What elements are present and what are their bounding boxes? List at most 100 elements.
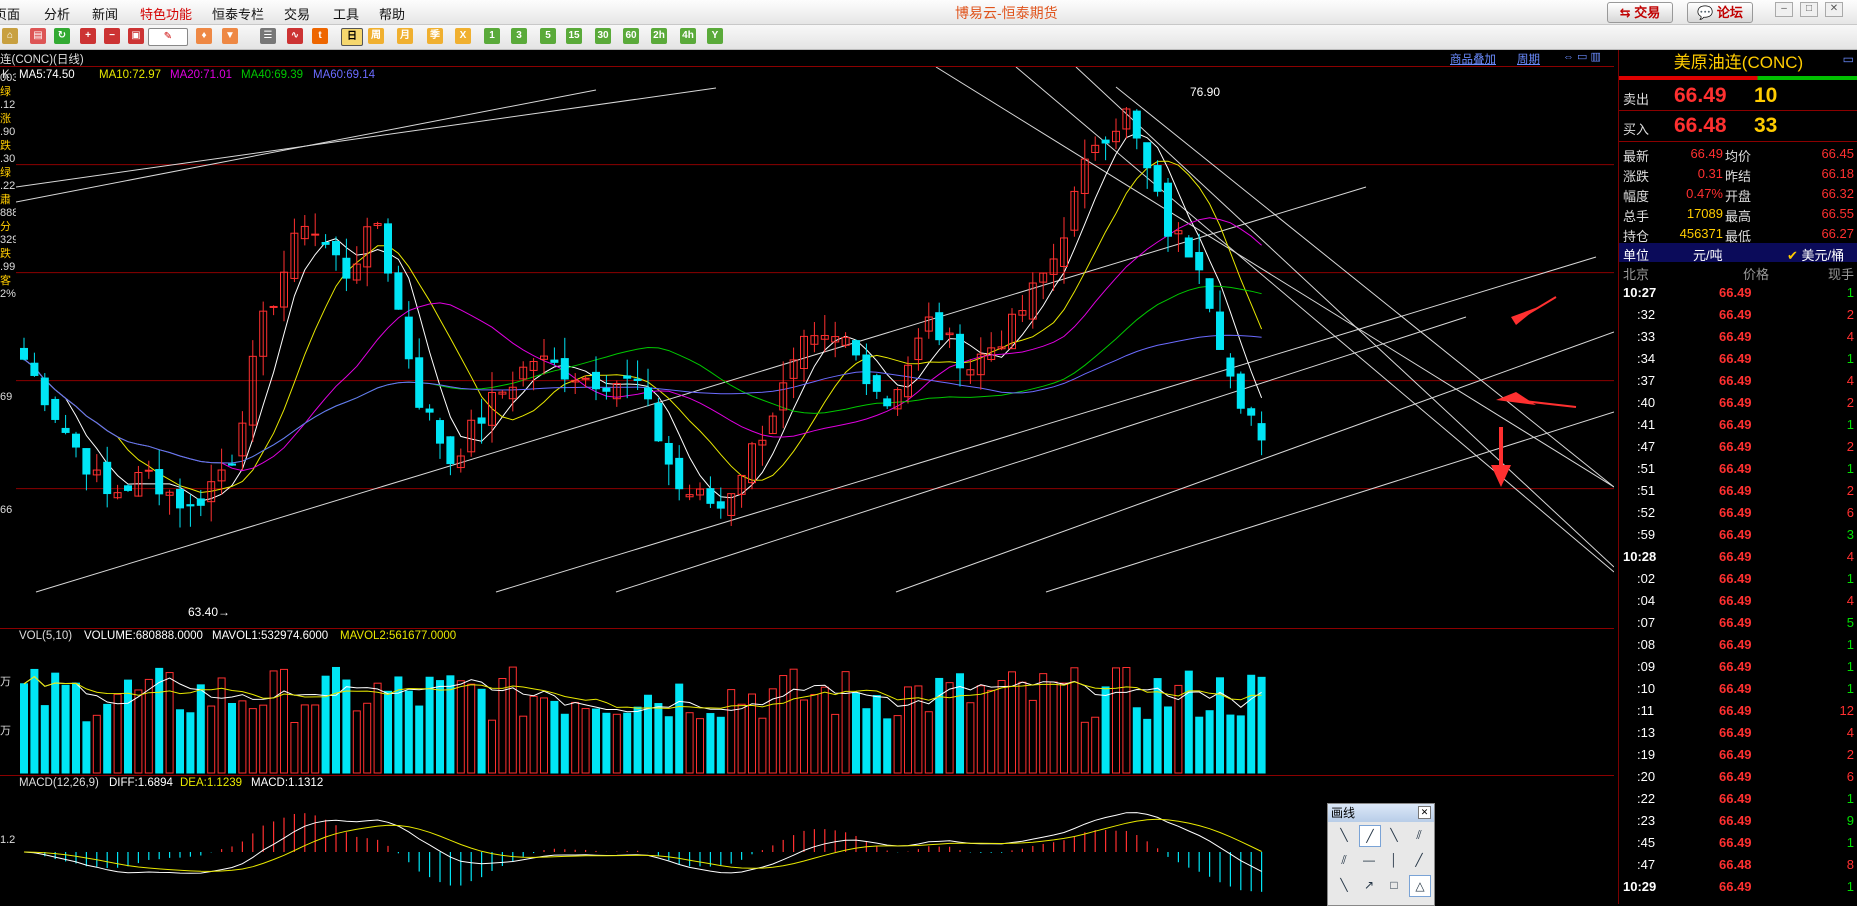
period-3min[interactable]: 3 [511, 28, 527, 44]
expand-icon[interactable]: ▭ [1843, 52, 1854, 66]
triangle-tool-icon[interactable]: △ [1409, 875, 1431, 897]
macd-ylabel: 1.2 [0, 834, 16, 846]
bid-ask-ratio-bar [1619, 76, 1857, 80]
menu-news[interactable]: 新闻 [92, 4, 118, 23]
tick-price: 66.49 [1719, 307, 1752, 322]
day-period-icon[interactable]: 日 [341, 28, 363, 46]
channel-tool-icon[interactable]: ⫽ [1334, 850, 1354, 870]
macd-diff-line [23, 812, 1262, 874]
menu-help[interactable]: 帮助 [379, 4, 405, 23]
close-icon[interactable]: ✕ [1825, 2, 1843, 17]
tick-list[interactable]: 10:27 66.49 1:32 66.49 2:33 66.49 4:34 66.49 1:3… [1619, 282, 1857, 904]
window-icon[interactable]: ▣ [128, 28, 144, 44]
product-overlay-link[interactable]: 商品叠加 [1450, 51, 1496, 67]
period-week[interactable]: 周 [368, 28, 384, 44]
candle [269, 305, 278, 316]
tick-row: :59 66.49 3 [1619, 524, 1857, 546]
zoom-out-icon[interactable]: − [104, 28, 120, 44]
horizontal-line-icon[interactable]: — [1359, 850, 1379, 870]
period-x[interactable]: X [455, 28, 471, 44]
rectangle-tool-icon[interactable]: □ [1384, 875, 1404, 895]
volume-bar [321, 675, 330, 774]
candle [654, 398, 663, 442]
volume-bar [20, 683, 28, 774]
volume-panel[interactable]: VOL(5,10) VOLUME:680888.0000 MAVOL1:5329… [0, 629, 1614, 776]
period-30min[interactable]: 30 [595, 28, 611, 44]
period-year[interactable]: Y [707, 28, 723, 44]
chat-icon: 💬 [1697, 5, 1714, 20]
ray-tool-icon[interactable]: ╲ [1384, 825, 1404, 845]
unit-usd-option[interactable]: ✔ 美元/桶 [1787, 245, 1844, 264]
volume-bar [508, 666, 517, 774]
stat-l1: 幅度 [1623, 189, 1650, 204]
parallel-tool-icon[interactable]: ⫽ [1409, 825, 1429, 845]
minimize-icon[interactable]: – [1775, 2, 1793, 17]
refresh-icon[interactable]: ↻ [54, 28, 70, 44]
tick-icon[interactable]: t [312, 28, 328, 44]
candle [810, 322, 819, 353]
unit-cny[interactable]: 元/吨 [1693, 245, 1723, 264]
tick-price: 66.49 [1719, 285, 1752, 300]
candle [862, 343, 871, 395]
volume-chart[interactable] [16, 645, 1614, 775]
tick-row: :23 66.49 9 [1619, 810, 1857, 832]
volume-bar [914, 685, 923, 774]
drawing-toolbox-titlebar[interactable]: 画线 ✕ [1328, 804, 1434, 822]
trade-button[interactable]: ⇆ 交易 [1607, 2, 1673, 23]
left-axis-fragment: .90 [0, 126, 16, 138]
volume-bar [1247, 674, 1256, 774]
menu-page[interactable]: 页面 [0, 4, 20, 23]
portfolio-icon[interactable]: ▤ [30, 28, 46, 44]
volume-bar [872, 695, 881, 774]
period-month[interactable]: 月 [397, 28, 413, 44]
period-2h[interactable]: 2h [651, 28, 667, 44]
close-icon[interactable]: ✕ [1418, 806, 1431, 819]
table-icon[interactable]: ☰ [260, 28, 276, 44]
kline-panel[interactable]: 连(CONC)(日线) 商品叠加 周期 ⇔ ▭ ▥ K MA5:74.50 MA… [0, 50, 1614, 629]
angle-line-icon[interactable]: ╱ [1409, 850, 1429, 870]
period-4h[interactable]: 4h [680, 28, 696, 44]
menu-hengtai-column[interactable]: 恒泰专栏 [212, 4, 264, 23]
zoom-in-icon[interactable]: + [80, 28, 96, 44]
candle [332, 236, 340, 271]
menu-analysis[interactable]: 分析 [44, 4, 70, 23]
candle [581, 375, 590, 388]
ask-volume: 10 [1754, 84, 1778, 107]
volume-bar [1049, 681, 1058, 774]
period-5min[interactable]: 5 [540, 28, 556, 44]
arrow-tool-icon[interactable]: ↗ [1359, 875, 1379, 895]
candle [716, 487, 725, 519]
volume-bar [300, 704, 309, 774]
period-60min[interactable]: 60 [623, 28, 639, 44]
trend-arrow-icon[interactable]: ╲ [1334, 875, 1354, 895]
vertical-line-icon[interactable]: │ [1384, 850, 1404, 870]
segment-tool-icon[interactable]: ╱ [1359, 825, 1381, 847]
period-link[interactable]: 周期 [1517, 51, 1540, 67]
period-15min[interactable]: 15 [566, 28, 582, 44]
period-1min[interactable]: 1 [484, 28, 500, 44]
tick-volume: 4 [1846, 593, 1854, 608]
line-tool-icon[interactable]: ╲ [1334, 825, 1354, 845]
kline-chart[interactable] [16, 67, 1614, 627]
line-chart-icon[interactable]: ∿ [287, 28, 303, 44]
forum-button[interactable]: 💬 论坛 [1687, 2, 1753, 23]
left-axis-fragments: 003 绿 .12 涨 .90 跌 .30 绿 .22 肅 888 分 329 跌 .99 客 2% [0, 72, 16, 302]
ask-price: 66.49 [1674, 84, 1727, 107]
indicator-icon[interactable]: ♦ [196, 28, 212, 44]
menu-special-features[interactable]: 特色功能 [140, 4, 192, 23]
home-icon[interactable]: ⌂ [2, 28, 18, 44]
left-axis-fragment: .99 [0, 261, 16, 273]
tick-time: :04 [1637, 593, 1656, 608]
filter-icon[interactable]: ▼ [222, 28, 238, 44]
toolbar: ⌂ ▤ ↻ + − ▣ ✎ ♦ ▼ ☰ ∿ t 日 周 月 季 X 1 3 5 … [0, 25, 1857, 50]
panel-arrows-icon[interactable]: ⇔ ▭ ▥ [1563, 50, 1601, 63]
volume-bar [976, 685, 985, 774]
menu-trade[interactable]: 交易 [284, 4, 310, 23]
volume-bar [664, 716, 673, 774]
tick-price: 66.49 [1719, 505, 1752, 520]
draw-line-icon[interactable]: ✎ [148, 28, 188, 46]
maximize-icon[interactable]: □ [1800, 2, 1818, 17]
stat-l1: 总手 [1623, 209, 1650, 224]
menu-tools[interactable]: 工具 [333, 4, 359, 23]
period-season[interactable]: 季 [427, 28, 443, 44]
